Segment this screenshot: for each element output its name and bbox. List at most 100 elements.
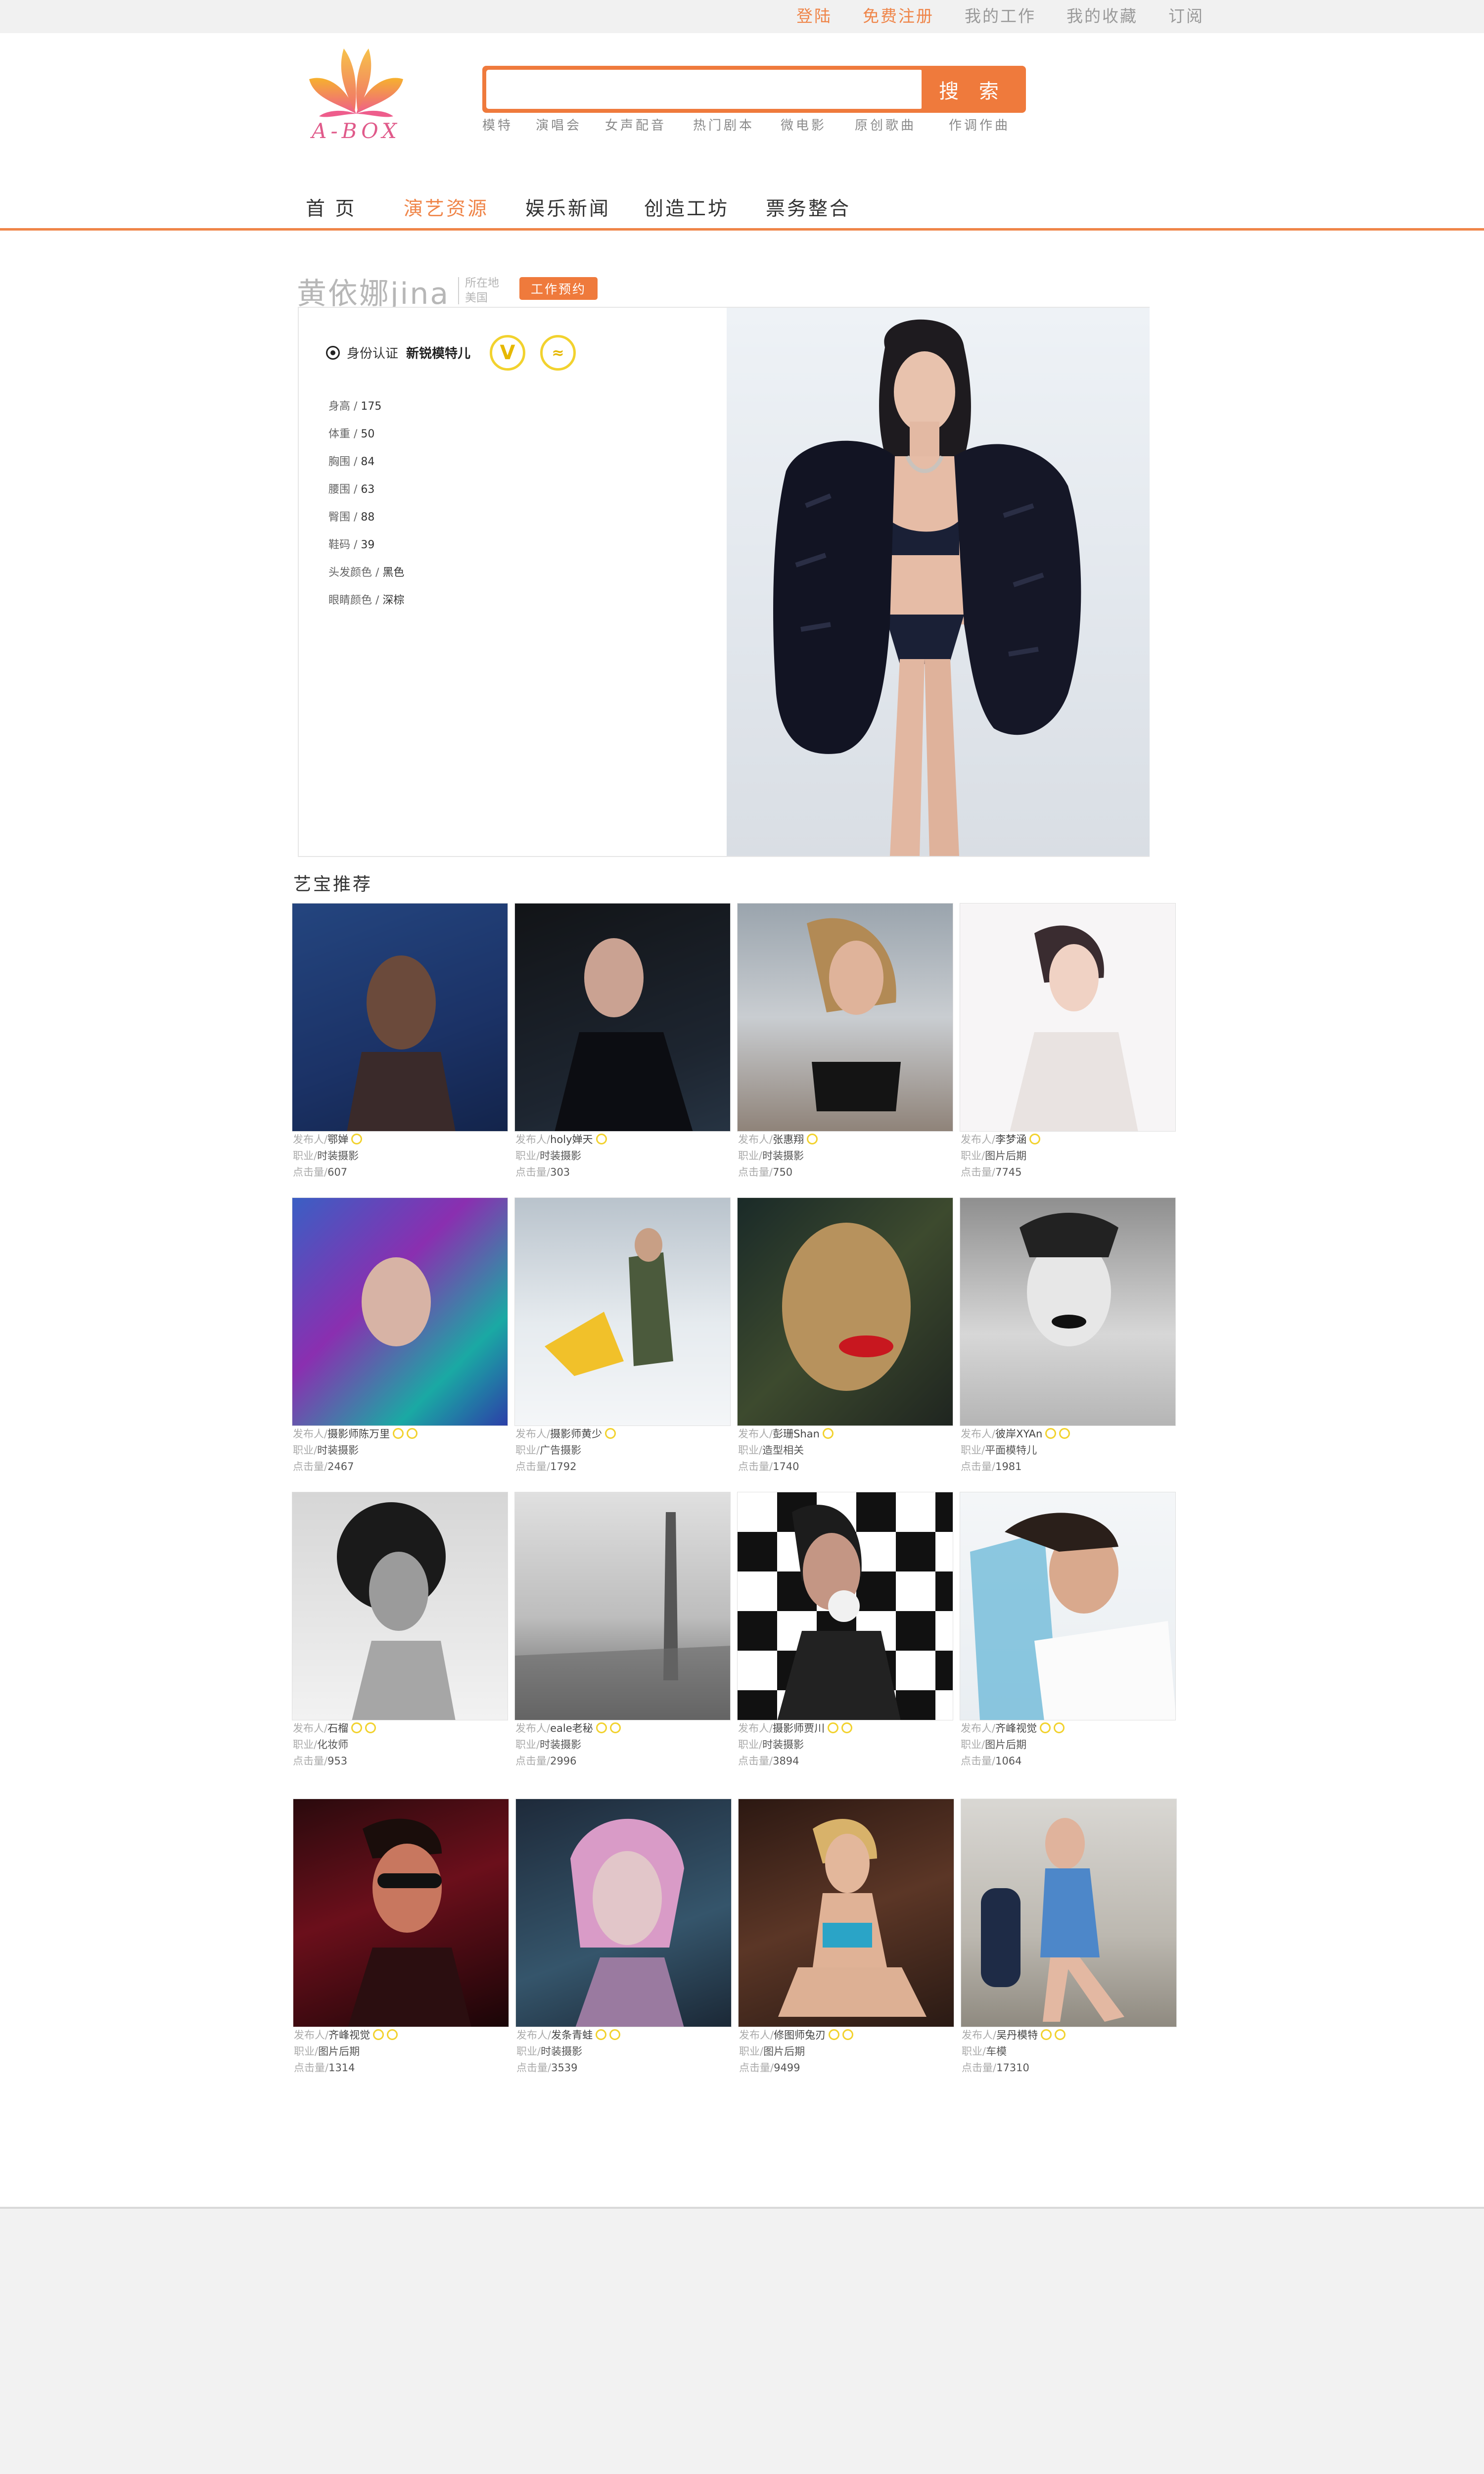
rating-mini-icon [1055,2029,1066,2040]
my-favorites-link[interactable]: 我的收藏 [1067,5,1138,28]
recommend-card[interactable]: 发布人/摄影师黄少 职业/广告摄影 点击量/1792 [514,1197,731,1475]
hotword-link[interactable]: 作调作曲 [949,115,1010,134]
nav-entertainment-news[interactable]: 娱乐新闻 [525,195,644,223]
my-work-link[interactable]: 我的工作 [965,5,1036,28]
clicks-line: 点击量/2996 [515,1755,577,1767]
cert-label: 身份认证 [347,346,399,361]
nav-divider [0,228,1484,231]
clicks-line: 点击量/1981 [961,1461,1022,1473]
recommend-card[interactable]: 发布人/李梦涵 职业/图片后期 点击量/7745 [960,903,1176,1181]
rating-mini-icon [1054,1722,1065,1733]
clicks-line: 点击量/1792 [515,1461,577,1473]
recommend-photo[interactable] [960,903,1176,1132]
search-button[interactable]: 搜 索 [922,69,1023,110]
verified-mini-icon [393,1428,404,1439]
publisher-line: 发布人/石榴 [292,1720,508,1737]
register-link[interactable]: 免费注册 [863,5,934,28]
recommend-card[interactable]: 发布人/齐峰视觉 职业/图片后期 点击量/1314 [293,1799,509,2076]
recommend-card[interactable]: 发布人/彼岸XYAn 职业/平面模特儿 点击量/1981 [960,1197,1176,1475]
recommend-photo[interactable] [514,903,731,1132]
recommend-card[interactable]: 发布人/发条青蛙 职业/时装摄影 点击量/3539 [515,1799,732,2076]
clicks-line: 点击量/2467 [293,1461,354,1473]
hotword-link[interactable]: 原创歌曲 [855,115,949,134]
recommend-photo[interactable] [292,903,508,1132]
recommend-photo[interactable] [738,1799,954,2027]
job-line: 职业/化妆师 [293,1739,349,1751]
search-input[interactable] [486,70,923,109]
recommend-card[interactable]: 发布人/eale老秘 职业/时装摄影 点击量/2996 [514,1492,731,1769]
recommend-card[interactable]: 发布人/石榴 职业/化妆师 点击量/953 [292,1492,508,1769]
stat-waist: 腰围 / 63 [328,483,375,496]
publisher-line: 发布人/修图师兔刃 [738,2027,954,2044]
verified-mini-icon [1029,1134,1041,1144]
stat-bust: 胸围 / 84 [328,456,375,468]
recommend-title: 艺宝推荐 [293,874,373,895]
site-logo[interactable]: A-BOX [299,45,413,156]
hotword-link[interactable]: 模特 [482,115,536,134]
clicks-line: 点击量/3539 [516,2062,578,2074]
verified-mini-icon [1041,2029,1052,2040]
identity-certification: 身份认证 新锐模特儿 [326,343,470,362]
top-utility-bar: 登陆 免费注册 我的工作 我的收藏 订阅 [0,0,1484,33]
hot-keywords: 模特 演唱会 女声配音 热门剧本 微电影 原创歌曲 作调作曲 [482,115,1010,134]
recommend-card[interactable]: 发布人/修图师兔刃 职业/图片后期 点击量/9499 [738,1799,954,2076]
verified-mini-icon [807,1134,818,1144]
verified-mini-icon [829,2029,840,2040]
rating-badge-icon: ≈ [540,335,576,371]
verified-mini-icon [822,1428,834,1439]
recommend-card[interactable]: 发布人/彭珊Shan 职业/造型相关 点击量/1740 [737,1197,953,1475]
rating-mini-icon [407,1428,418,1439]
recommend-photo[interactable] [514,1492,731,1720]
recommend-photo[interactable] [514,1197,731,1426]
logo-wordmark: A-BOX [312,119,401,143]
recommend-photo[interactable] [961,1799,1177,2027]
rating-mini-icon [365,1722,376,1733]
job-line: 职业/广告摄影 [515,1444,582,1456]
nav-home[interactable]: 首 页 [306,195,404,223]
recommend-card[interactable]: 发布人/齐峰视觉 职业/图片后期 点击量/1064 [960,1492,1176,1769]
recommend-photo[interactable] [292,1197,508,1426]
job-line: 职业/时装摄影 [293,1444,359,1456]
recommend-photo[interactable] [960,1492,1176,1720]
recommend-photo[interactable] [960,1197,1176,1426]
rating-mini-icon [387,2029,398,2040]
profile-name: 黄依娜jina [297,277,450,311]
recommend-card[interactable]: 发布人/张惠翔 职业/时装摄影 点击量/750 [737,903,953,1181]
job-line: 职业/时装摄影 [515,1150,582,1162]
verified-mini-icon [596,1722,607,1733]
nav-performing-resources[interactable]: 演艺资源 [404,195,525,223]
recommend-photo[interactable] [292,1492,508,1720]
recommend-photo[interactable] [293,1799,509,2027]
recommend-photo[interactable] [737,903,953,1132]
subscribe-link[interactable]: 订阅 [1168,5,1204,28]
book-work-button[interactable]: 工作预约 [519,277,598,300]
recommend-photo[interactable] [737,1197,953,1426]
hotword-link[interactable]: 演唱会 [536,115,605,134]
publisher-line: 发布人/吴丹模特 [961,2027,1177,2044]
recommend-card[interactable]: 发布人/摄影师陈万里 职业/时装摄影 点击量/2467 [292,1197,508,1475]
clicks-line: 点击量/1314 [294,2062,355,2074]
recommend-card[interactable]: 发布人/摄影师贾川 职业/时装摄影 点击量/3894 [737,1492,953,1769]
hotword-link[interactable]: 女声配音 [605,115,693,134]
recommend-card[interactable]: 发布人/吴丹模特 职业/车模 点击量/17310 [961,1799,1177,2076]
clicks-line: 点击量/750 [738,1166,793,1178]
hotword-link[interactable]: 热门剧本 [693,115,781,134]
recommend-photo[interactable] [515,1799,732,2027]
publisher-line: 发布人/摄影师黄少 [514,1426,731,1442]
job-line: 职业/时装摄影 [738,1150,804,1162]
recommend-card[interactable]: 发布人/鄂婵 职业/时装摄影 点击量/607 [292,903,508,1181]
publisher-line: 发布人/彼岸XYAn [960,1426,1176,1442]
verified-mini-icon [351,1722,363,1733]
login-link[interactable]: 登陆 [796,5,832,28]
stat-height: 身高 / 175 [328,400,382,413]
profile-hero-photo[interactable] [727,308,1150,856]
clicks-line: 点击量/1740 [738,1461,799,1473]
name-separator [458,277,459,304]
recommend-card[interactable]: 发布人/holy婵天 职业/时装摄影 点击量/303 [514,903,731,1181]
publisher-line: 发布人/holy婵天 [514,1132,731,1148]
nav-creative-workshop[interactable]: 创造工坊 [644,195,766,223]
publisher-line: 发布人/鄂婵 [292,1132,508,1148]
recommend-photo[interactable] [737,1492,953,1720]
hotword-link[interactable]: 微电影 [781,115,855,134]
nav-ticketing[interactable]: 票务整合 [766,195,851,223]
